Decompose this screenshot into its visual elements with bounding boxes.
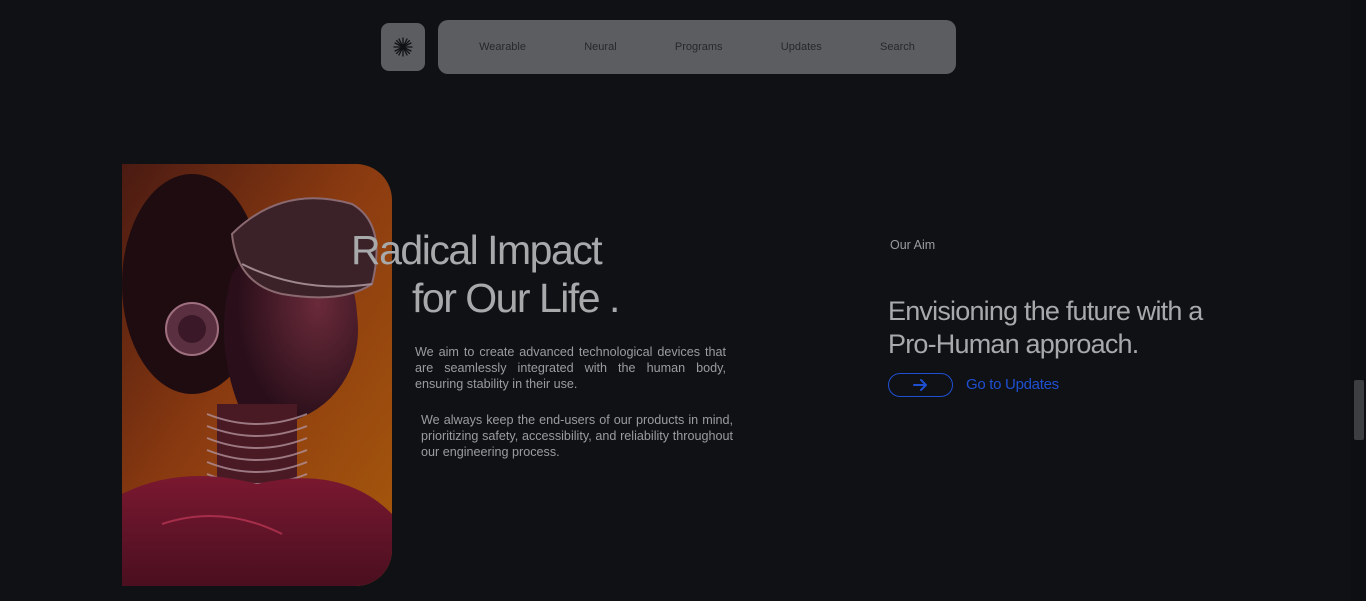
- arrow-right-icon: [912, 379, 927, 391]
- aim-headline: Envisioning the future with a Pro-Human …: [888, 296, 1203, 359]
- nav-item-neural[interactable]: Neural: [584, 41, 616, 53]
- main-navigation: Wearable Neural Programs Updates Search: [438, 20, 956, 74]
- scrollbar-thumb[interactable]: [1354, 380, 1364, 440]
- nav-item-search[interactable]: Search: [880, 41, 915, 53]
- hero-title-line1: Radical Impact: [351, 227, 603, 273]
- nav-item-updates[interactable]: Updates: [781, 41, 822, 53]
- logo-button[interactable]: [381, 23, 425, 71]
- page-scrollbar[interactable]: [1351, 0, 1366, 601]
- hero-title: Radical Impact for Our Life .: [351, 226, 620, 322]
- asterisk-logo-icon: [393, 37, 413, 57]
- aim-eyebrow: Our Aim: [890, 238, 936, 252]
- hero-paragraph-1: We aim to create advanced technological …: [415, 345, 726, 391]
- hero-title-line2: for Our Life .: [412, 275, 620, 321]
- hero-paragraph-2: We always keep the end-users of our prod…: [421, 413, 733, 459]
- go-to-updates-link[interactable]: Go to Updates: [966, 376, 1059, 393]
- nav-item-wearable[interactable]: Wearable: [479, 41, 526, 53]
- go-to-updates-arrow-button[interactable]: [888, 373, 953, 397]
- nav-item-programs[interactable]: Programs: [675, 41, 723, 53]
